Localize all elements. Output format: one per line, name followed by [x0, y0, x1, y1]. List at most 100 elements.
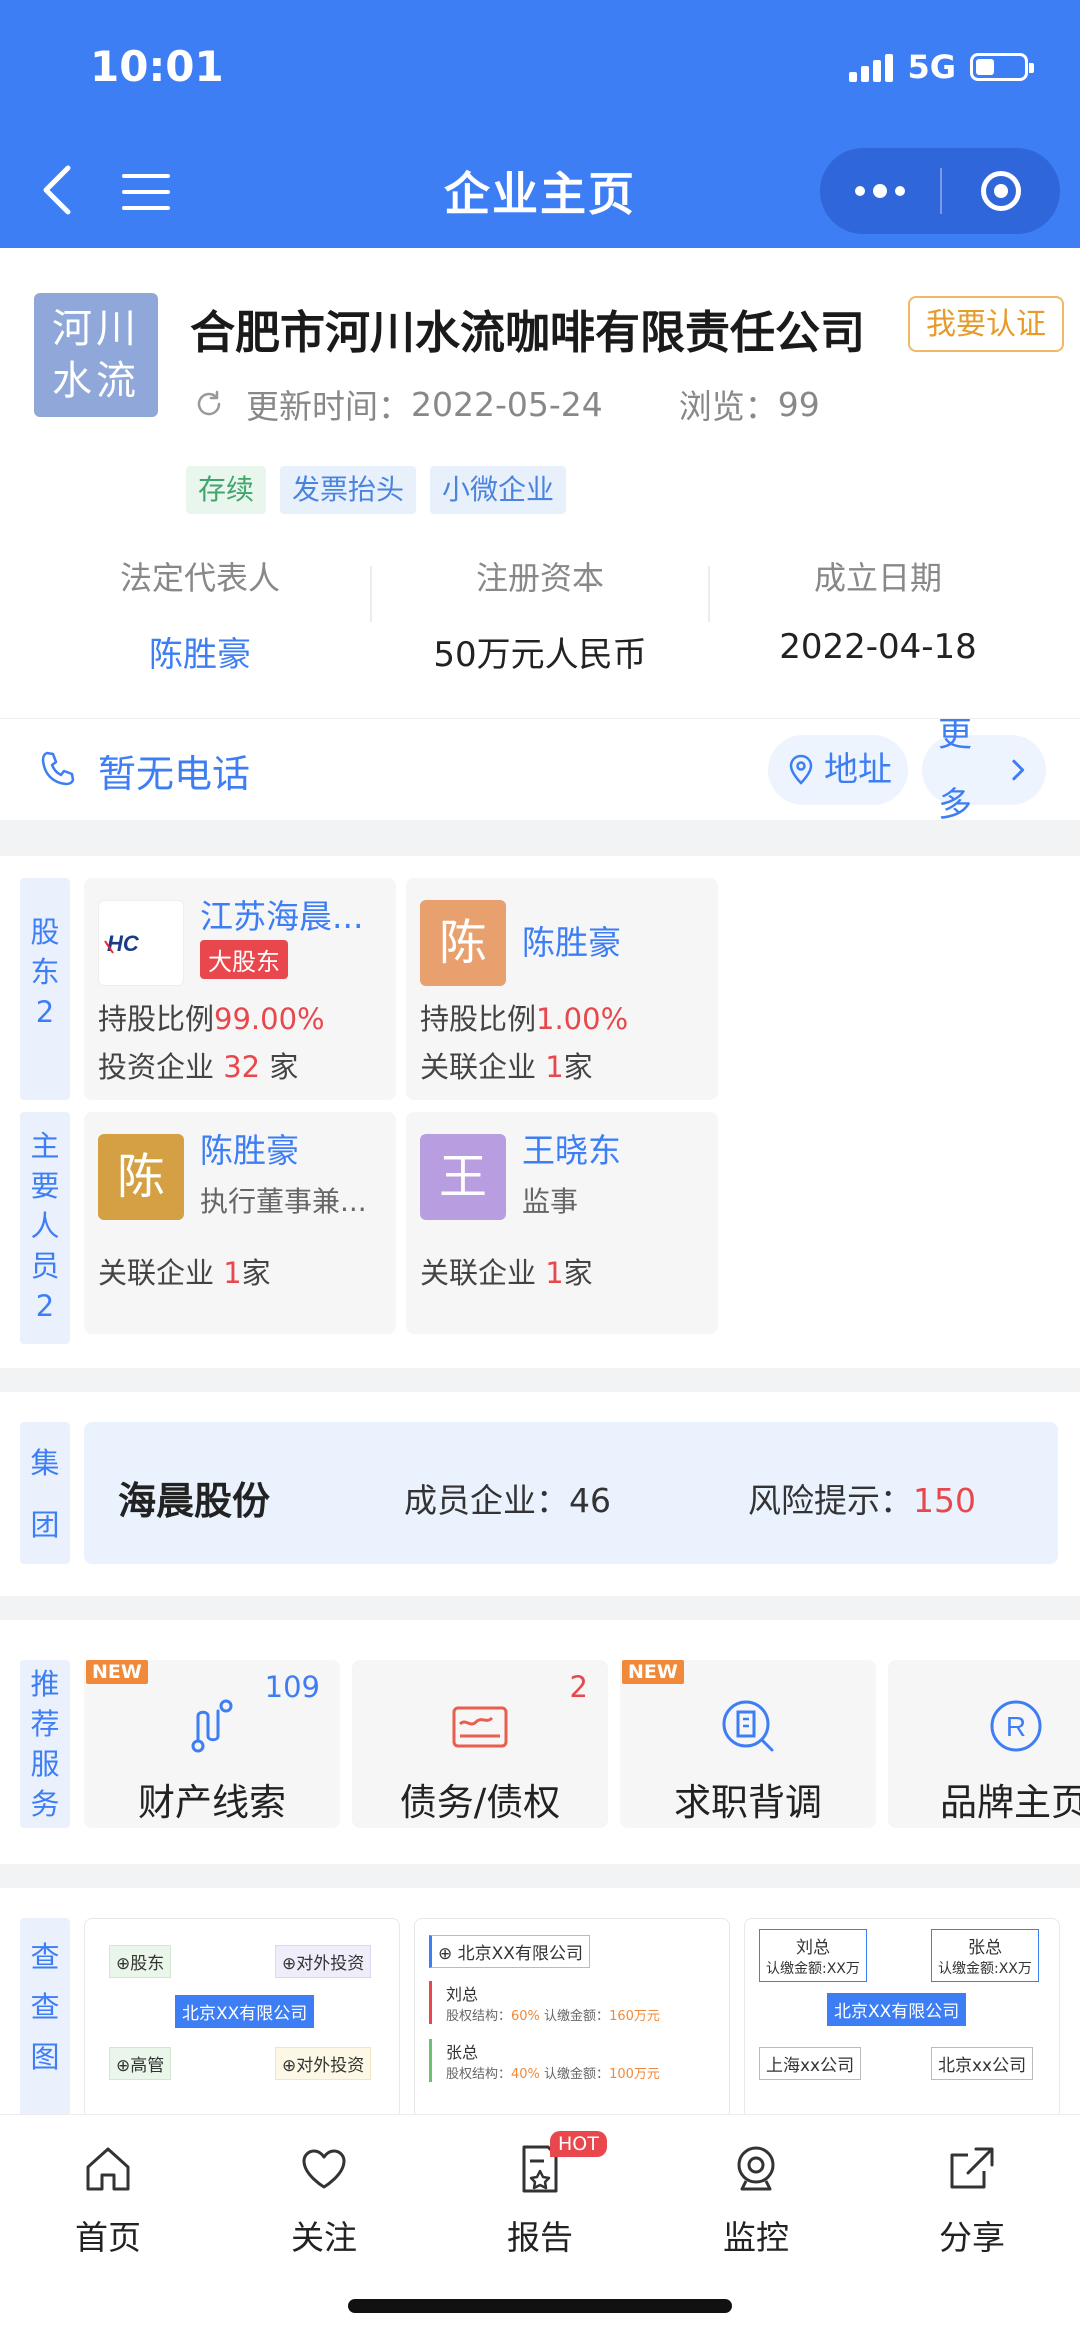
- label-char: 团: [30, 1508, 60, 1542]
- tab-label: 监控: [723, 2218, 789, 2257]
- label-char: 推: [30, 1667, 60, 1701]
- person-name: 刘总: [446, 1985, 479, 2004]
- refresh-icon[interactable]: [194, 389, 224, 419]
- camera-icon: [737, 2146, 775, 2191]
- service-label: 财产线索: [138, 1781, 286, 1824]
- phone-text[interactable]: 暂无电话: [98, 743, 250, 798]
- home-indicator[interactable]: [348, 2299, 732, 2313]
- close-program-button[interactable]: [942, 148, 1060, 234]
- group-card[interactable]: 海晨股份 成员企业：46 风险提示：150: [84, 1422, 1058, 1564]
- shareholder-card[interactable]: HC 江苏海晨... 大股东 持股比例99.00% 投资企业 32 家: [84, 878, 396, 1100]
- legal-rep-label: 法定代表人: [119, 559, 280, 597]
- company-node: ⊕ 北京XX有限公司: [429, 1935, 590, 1968]
- tab-monitor[interactable]: 监控: [696, 2141, 816, 2259]
- tab-follow[interactable]: 关注: [264, 2141, 384, 2259]
- staff-name[interactable]: 王晓东: [522, 1124, 708, 1172]
- shareholder-name[interactable]: 江苏海晨...: [200, 890, 386, 938]
- views-label: 浏览：: [678, 387, 778, 426]
- invest-label: 投资企业: [98, 1050, 224, 1084]
- shareholder-avatar: 陈: [420, 900, 506, 986]
- staff-label[interactable]: 主 要 人 员 2: [20, 1112, 70, 1344]
- label-char: 2: [35, 995, 55, 1029]
- share-ratio: 持股比例1.00%: [420, 996, 628, 1038]
- hot-badge: HOT: [550, 2131, 607, 2157]
- person-node: 刘总 认缴金额:XX万: [759, 1929, 867, 1982]
- related-suffix: 家: [241, 1256, 271, 1290]
- building-search-icon: [722, 1700, 774, 1752]
- related-companies: 关联企业 1家: [98, 1250, 271, 1292]
- executive-node: ⊕高管: [109, 2047, 172, 2080]
- service-brand-page[interactable]: R 品牌主页: [888, 1660, 1080, 1828]
- more-options-icon[interactable]: [820, 148, 940, 234]
- staff-card[interactable]: 王 王晓东 监事 关联企业 1家: [406, 1112, 718, 1334]
- svg-text:R: R: [1006, 1711, 1026, 1742]
- invested-companies: 投资企业 32 家: [98, 1044, 298, 1086]
- label-char: 主: [30, 1129, 60, 1163]
- label-char: 荐: [30, 1707, 60, 1741]
- investment-node: ⊕对外投资: [275, 2047, 372, 2080]
- service-asset-clues[interactable]: NEW 109 财产线索: [84, 1660, 340, 1828]
- invoice-tag[interactable]: 发票抬头: [280, 466, 417, 514]
- capital-block: 注册资本 50万元人民币: [370, 553, 710, 676]
- address-label: 地址: [824, 750, 892, 790]
- tab-label: 首页: [75, 2218, 141, 2257]
- tab-report[interactable]: HOT 报告: [480, 2131, 607, 2259]
- label-char: 股: [30, 915, 60, 949]
- service-background-check[interactable]: NEW 求职背调: [620, 1660, 876, 1828]
- related-suffix: 家: [563, 1050, 593, 1084]
- certify-button[interactable]: 我要认证: [908, 296, 1064, 352]
- menu-icon[interactable]: [122, 170, 170, 214]
- heart-icon: [302, 2149, 346, 2189]
- shareholder-logo: HC: [98, 900, 184, 986]
- more-label: 更多: [938, 715, 972, 825]
- address-button[interactable]: 地址: [768, 735, 908, 805]
- service-debt[interactable]: 2 债务/债权: [352, 1660, 608, 1828]
- size-tag: 小微企业: [430, 466, 567, 514]
- staff-avatar: 陈: [98, 1134, 184, 1220]
- people-section: 股 东 2 HC 江苏海晨... 大股东 持股比例99.00% 投资企业 32 …: [0, 856, 1080, 1368]
- relationship-chart-thumbnail[interactable]: 刘总 认缴金额:XX万 张总 认缴金额:XX万 北京XX有限公司 上海xx公司 北京…: [744, 1918, 1060, 2114]
- label-char: 2: [35, 1289, 55, 1323]
- label-char: 服: [30, 1747, 60, 1781]
- center-company-node: 北京XX有限公司: [175, 1995, 315, 2028]
- shareholders-label[interactable]: 股 东 2: [20, 878, 70, 1100]
- group-risk: 风险提示：150: [748, 1474, 976, 1522]
- label-char: 查: [30, 1940, 60, 1974]
- debt-card-icon: [452, 1706, 508, 1748]
- ratio-label: 持股比例: [98, 1002, 215, 1036]
- more-button[interactable]: 更多: [922, 715, 1046, 825]
- label-char: 图: [30, 2040, 60, 2074]
- phone-icon: [41, 751, 75, 786]
- tab-label: 报告: [507, 2218, 573, 2257]
- label-char: 员: [30, 1249, 60, 1283]
- shareholder-name[interactable]: 陈胜豪: [522, 916, 708, 964]
- shareholder-card[interactable]: 陈 陈胜豪 持股比例1.00% 关联企业 1家: [406, 878, 718, 1100]
- person-node: 刘总 股权结构：60% 认缴金额：160万元: [429, 1981, 660, 2024]
- label-char: 人: [30, 1209, 60, 1243]
- battery-icon: [970, 53, 1034, 81]
- staff-card[interactable]: 陈 陈胜豪 执行董事兼... 关联企业 1家: [84, 1112, 396, 1334]
- tab-label: 分享: [939, 2218, 1005, 2257]
- group-label[interactable]: 集 团: [20, 1422, 70, 1564]
- ratio-value: 99.00%: [214, 1002, 325, 1036]
- back-arrow-icon[interactable]: [38, 160, 78, 220]
- tab-share[interactable]: 分享: [912, 2141, 1032, 2259]
- members-count: 46: [569, 1481, 611, 1520]
- person-node: 张总 认缴金额:XX万: [931, 1929, 1039, 1982]
- related-label: 关联企业: [98, 1256, 224, 1290]
- app-header: 10:01 5G 企业主页: [0, 0, 1080, 248]
- related-count: 1: [223, 1256, 242, 1290]
- founded-block: 成立日期 2022-04-18: [708, 553, 1048, 667]
- mini-program-capsule: [820, 148, 1060, 234]
- staff-name[interactable]: 陈胜豪: [200, 1124, 386, 1172]
- ownership-chart-thumbnail[interactable]: ⊕ 北京XX有限公司 刘总 股权结构：60% 认缴金额：160万元 张总 股权结…: [414, 1918, 730, 2114]
- equity-chart-thumbnail[interactable]: ⊕股东 ⊕对外投资 北京XX有限公司 ⊕高管 ⊕对外投资: [84, 1918, 400, 2114]
- update-label: 更新时间：: [246, 387, 411, 426]
- trademark-icon: R: [990, 1700, 1042, 1752]
- company-logo-icon: HC: [104, 931, 140, 956]
- update-date: 2022-05-24: [411, 384, 603, 424]
- tab-home[interactable]: 首页: [48, 2141, 168, 2259]
- legal-rep-block: 法定代表人 陈胜豪: [30, 553, 370, 676]
- group-members: 成员企业：46: [404, 1474, 611, 1522]
- legal-rep-value[interactable]: 陈胜豪: [30, 627, 370, 676]
